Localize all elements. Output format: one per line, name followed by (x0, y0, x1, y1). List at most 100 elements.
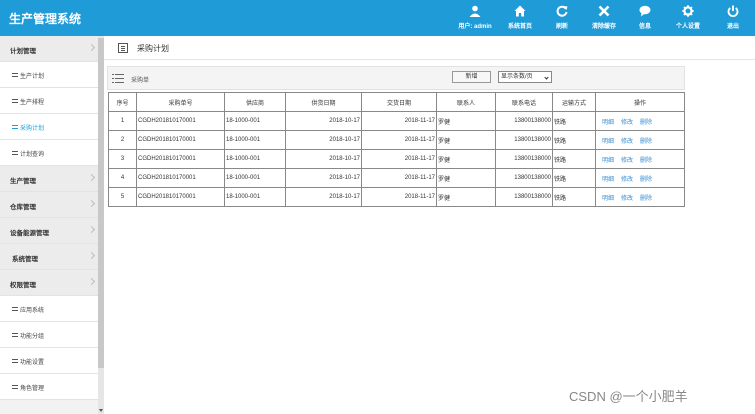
cell-no: 1 (108, 111, 137, 131)
sidebar-item-production-scheduling[interactable]: 生产排程 (0, 88, 98, 114)
detail-link[interactable]: 明细 (602, 196, 614, 202)
sidebar-item-system-management[interactable]: 系统管理 (0, 244, 98, 270)
menu-icon (12, 385, 18, 389)
column-header: 操作 (595, 92, 685, 112)
delete-link[interactable]: 删除 (640, 158, 652, 164)
sidebar: 计划管理 生产计划 生产排程 采购计划 计划查询 生产管理 仓库管理 设备能源管… (0, 36, 104, 414)
nav-logout[interactable]: 退出 (721, 0, 745, 36)
sidebar-scrollbar[interactable] (98, 36, 104, 414)
cell-phone: 13800138000 (495, 130, 553, 150)
toolbar-panel: 采购单 新增 显示条数/页 (107, 66, 685, 90)
edit-link[interactable]: 修改 (621, 120, 633, 126)
sidebar-item-label: 采购计划 (20, 126, 45, 132)
cell-no: 5 (108, 187, 137, 207)
cell-order: CGDH201810170001 (136, 111, 225, 131)
menu-icon (12, 359, 18, 363)
nav-home-label: 系统首页 (507, 24, 532, 30)
sidebar-item-plan-query[interactable]: 计划查询 (0, 140, 98, 166)
nav-message-label: 信息 (638, 24, 651, 30)
sidebar-item-label: 计划查询 (20, 152, 45, 158)
sidebar-item-role-management[interactable]: 角色管理 (0, 374, 98, 400)
cell-supplier: 18-1000-001 (224, 111, 286, 131)
top-bar: 生产管理系统 用户: admin 系统首页 刷新 清除缓存 信息 个人设置 退出 (0, 0, 755, 36)
watermark: CSDN @一个小肥羊 (569, 389, 688, 404)
page-size-select[interactable]: 显示条数/页 (498, 71, 552, 83)
nav-clear-cache[interactable]: 清除缓存 (589, 0, 619, 36)
column-header: 采购单号 (136, 92, 225, 112)
nav-home[interactable]: 系统首页 (505, 0, 535, 36)
detail-link[interactable]: 明细 (602, 120, 614, 126)
cell-supply-date: 2018-10-17 (285, 130, 362, 150)
sidebar-item-plan-management[interactable]: 计划管理 (0, 36, 98, 62)
sidebar-item-application-system[interactable]: 应用系统 (0, 296, 98, 322)
cell-supply-date: 2018-10-17 (285, 149, 362, 169)
edit-link[interactable]: 修改 (621, 158, 633, 164)
cell-supply-date: 2018-10-17 (285, 187, 362, 207)
cell-no: 4 (108, 168, 137, 188)
edit-link[interactable]: 修改 (621, 139, 633, 145)
list-icon (112, 74, 124, 83)
refresh-icon (556, 5, 568, 17)
nav-message[interactable]: 信息 (633, 0, 657, 36)
menu-icon (12, 99, 18, 103)
table-row: 1 CGDH201810170001 18-1000-001 2018-10-1… (108, 111, 685, 131)
cell-phone: 13800138000 (495, 149, 553, 169)
cell-actions: 明细 修改 删除 (595, 187, 685, 207)
gear-icon (682, 5, 694, 17)
scroll-down-icon[interactable] (99, 409, 103, 412)
sidebar-item-permission-management[interactable]: 权限管理 (0, 270, 98, 296)
cell-supplier: 18-1000-001 (224, 149, 286, 169)
sidebar-item-production-management[interactable]: 生产管理 (0, 166, 98, 192)
cell-contact: 罗健 (436, 187, 496, 207)
detail-link[interactable]: 明细 (602, 139, 614, 145)
sidebar-item-label: 权限管理 (10, 282, 36, 289)
nav-refresh-label: 刷新 (555, 24, 568, 30)
column-header: 交货日期 (361, 92, 437, 112)
sidebar-item-label: 生产计划 (20, 74, 45, 80)
sidebar-item-label: 功能设置 (20, 360, 45, 366)
cell-delivery-date: 2018-11-17 (361, 130, 437, 150)
cell-contact: 罗健 (436, 168, 496, 188)
column-header: 序号 (108, 92, 137, 112)
sidebar-item-warehouse-management[interactable]: 仓库管理 (0, 192, 98, 218)
delete-link[interactable]: 删除 (640, 120, 652, 126)
cell-delivery-date: 2018-11-17 (361, 187, 437, 207)
add-button[interactable]: 新增 (452, 71, 491, 83)
detail-link[interactable]: 明细 (602, 158, 614, 164)
cell-transport: 铁路 (552, 168, 596, 188)
edit-link[interactable]: 修改 (621, 196, 633, 202)
cell-order: CGDH201810170001 (136, 130, 225, 150)
column-header: 供应商 (224, 92, 286, 112)
cell-actions: 明细 修改 删除 (595, 111, 685, 131)
scrollbar-thumb[interactable] (98, 38, 104, 368)
delete-link[interactable]: 删除 (640, 196, 652, 202)
cell-order: CGDH201810170001 (136, 149, 225, 169)
chevron-right-icon (87, 199, 96, 208)
cell-actions: 明细 修改 删除 (595, 149, 685, 169)
close-icon (598, 5, 610, 17)
cell-phone: 13800138000 (495, 111, 553, 131)
sidebar-item-purchase-plan[interactable]: 采购计划 (0, 114, 98, 140)
column-header: 联系人 (436, 92, 496, 112)
sidebar-item-label: 生产排程 (20, 100, 45, 106)
delete-link[interactable]: 删除 (640, 139, 652, 145)
nav-refresh[interactable]: 刷新 (549, 0, 575, 36)
sidebar-item-function-settings[interactable]: 功能设置 (0, 348, 98, 374)
sidebar-item-production-plan[interactable]: 生产计划 (0, 62, 98, 88)
nav-settings[interactable]: 个人设置 (672, 0, 704, 36)
cell-transport: 铁路 (552, 130, 596, 150)
cell-order: CGDH201810170001 (136, 168, 225, 188)
nav-user[interactable]: 用户: admin (453, 0, 497, 36)
cell-phone: 13800138000 (495, 187, 553, 207)
table-row: 5 CGDH201810170001 18-1000-001 2018-10-1… (108, 187, 685, 207)
sidebar-item-equipment-energy[interactable]: 设备能源管理 (0, 218, 98, 244)
sidebar-item-function-group[interactable]: 功能分组 (0, 322, 98, 348)
cell-delivery-date: 2018-11-17 (361, 149, 437, 169)
cell-delivery-date: 2018-11-17 (361, 168, 437, 188)
detail-link[interactable]: 明细 (602, 177, 614, 183)
nav-settings-label: 个人设置 (675, 24, 700, 30)
edit-link[interactable]: 修改 (621, 177, 633, 183)
nav-logout-label: 退出 (726, 24, 739, 30)
delete-link[interactable]: 删除 (640, 177, 652, 183)
cell-delivery-date: 2018-11-17 (361, 111, 437, 131)
